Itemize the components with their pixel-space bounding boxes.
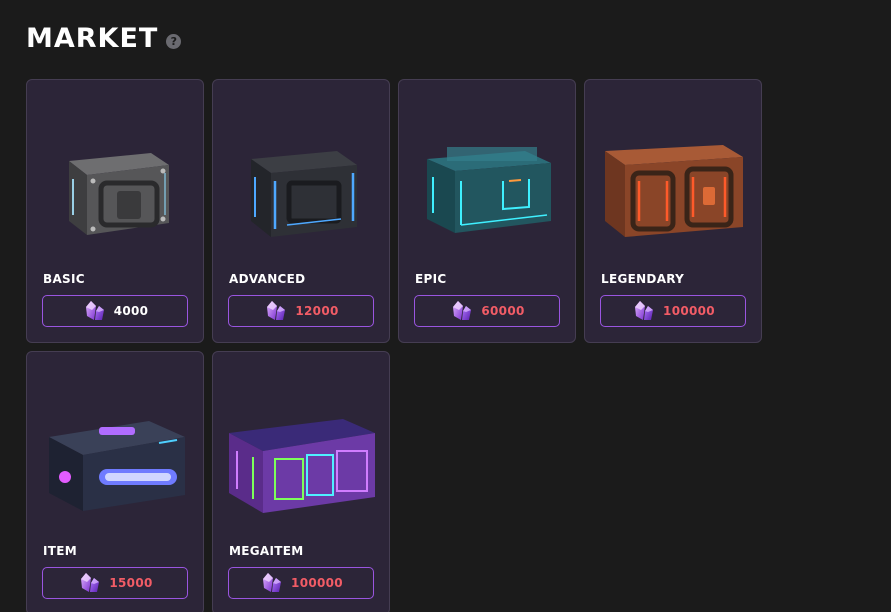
purple-crystal-icon [259,570,285,596]
crate-name: ITEM [43,544,77,558]
purple-chest-image [223,388,379,538]
crate-card-megaitem[interactable]: MEGAITEM 100000 [212,351,390,612]
gray-metal-crate-image [37,116,193,266]
question-circle-icon[interactable]: ? [166,33,182,49]
crate-name: ADVANCED [229,272,306,286]
purple-crystal-icon [77,570,103,596]
page-title: MARKET [26,23,159,54]
crate-card-basic[interactable]: BASIC 4000 [26,79,204,343]
price-label: 15000 [109,576,153,590]
purple-crystal-icon [82,298,108,324]
crate-card-legendary[interactable]: LEGENDARY 100000 [584,79,762,343]
crate-grid: BASIC 4000 ADVANCED 12000 EPIC 60000 LEG… [26,79,762,612]
buy-button-item[interactable]: 15000 [42,567,188,599]
purple-crystal-icon [631,298,657,324]
crate-name: LEGENDARY [601,272,685,286]
teal-crate-image [409,116,565,266]
crate-card-advanced[interactable]: ADVANCED 12000 [212,79,390,343]
blue-chest-image [37,388,193,538]
buy-button-epic[interactable]: 60000 [414,295,560,327]
crate-card-item[interactable]: ITEM 15000 [26,351,204,612]
crate-card-epic[interactable]: EPIC 60000 [398,79,576,343]
price-label: 60000 [481,304,525,318]
crate-name: MEGAITEM [229,544,304,558]
price-label: 12000 [295,304,339,318]
market-page: MARKET ? BASIC 4000 ADVANCED 12000 EPIC … [0,0,891,612]
purple-crystal-icon [449,298,475,324]
price-label: 100000 [663,304,715,318]
buy-button-legendary[interactable]: 100000 [600,295,746,327]
price-label: 100000 [291,576,343,590]
dark-blue-crate-image [223,116,379,266]
buy-button-advanced[interactable]: 12000 [228,295,374,327]
buy-button-megaitem[interactable]: 100000 [228,567,374,599]
market-header: MARKET ? [26,22,182,56]
price-label: 4000 [113,304,149,318]
crate-name: BASIC [43,272,85,286]
buy-button-basic[interactable]: 4000 [42,295,188,327]
purple-crystal-icon [263,298,289,324]
crate-name: EPIC [415,272,447,286]
orange-crate-image [595,116,751,266]
